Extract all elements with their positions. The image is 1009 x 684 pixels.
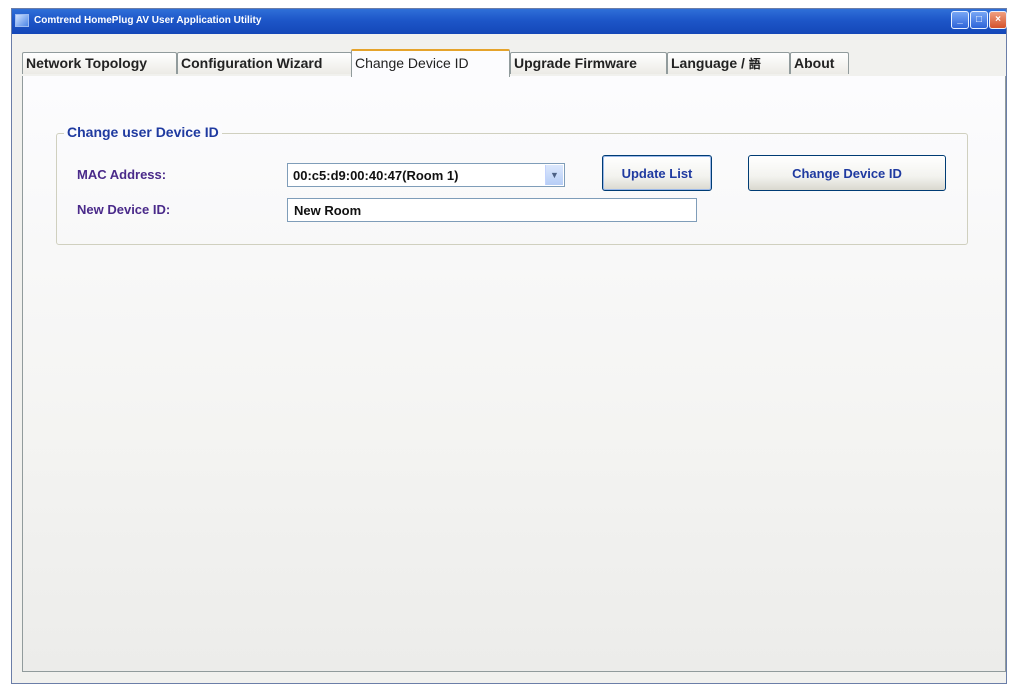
tab-language[interactable]: Language / 語 [667,52,790,74]
tab-configuration-wizard[interactable]: Configuration Wizard [177,52,352,74]
mac-address-value: 00:c5:d9:00:40:47(Room 1) [293,168,459,183]
new-device-id-input[interactable] [287,198,697,222]
mac-address-label: MAC Address: [77,167,167,182]
language-glyph-icon: 語 [748,57,761,71]
app-icon [15,14,29,27]
mac-address-dropdown[interactable]: 00:c5:d9:00:40:47(Room 1) ▼ [287,163,565,187]
window-title: Comtrend HomePlug AV User Application Ut… [34,15,262,26]
group-title: Change user Device ID [64,124,222,140]
tab-label: Change Device ID [355,55,469,71]
close-button[interactable]: × [989,11,1007,29]
tab-about[interactable]: About [790,52,849,74]
tab-label: Upgrade Firmware [514,55,637,71]
update-list-button[interactable]: Update List [602,155,712,191]
tab-upgrade-firmware[interactable]: Upgrade Firmware [510,52,667,74]
tab-label: About [794,55,835,71]
chevron-down-icon[interactable]: ▼ [545,165,563,185]
tab-label: Language / [671,55,749,71]
app-window: Comtrend HomePlug AV User Application Ut… [11,8,1007,684]
tab-strip: Network Topology Configuration Wizard Ch… [22,49,1002,77]
tab-label: Network Topology [26,55,148,71]
maximize-button[interactable]: □ [970,11,988,29]
new-device-id-label: New Device ID: [77,202,171,217]
tab-panel-change-device-id: Change user Device ID MAC Address: 00:c5… [22,76,1006,672]
tab-change-device-id[interactable]: Change Device ID [351,49,510,77]
tab-network-topology[interactable]: Network Topology [22,52,177,74]
tab-label: Configuration Wizard [181,55,323,71]
minimize-button[interactable]: _ [951,11,969,29]
change-device-id-button[interactable]: Change Device ID [748,155,946,191]
title-bar[interactable]: Comtrend HomePlug AV User Application Ut… [12,9,1007,34]
